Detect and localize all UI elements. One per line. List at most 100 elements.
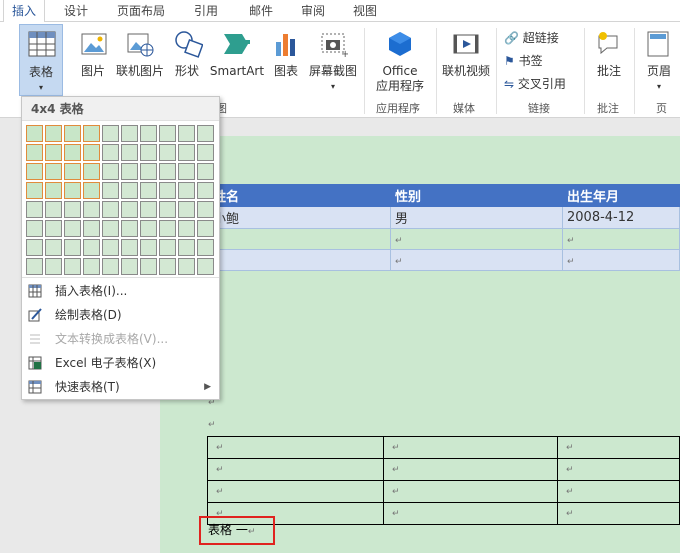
grid-cell[interactable]: [83, 258, 100, 275]
insert-table-menu-item[interactable]: 插入表格(I)...: [22, 279, 219, 303]
student-table[interactable]: 姓名 性别 出生年月 小鲍 男 2008-4-12 ↵ ↵ ↵ ↵ ↵ ↵: [208, 184, 680, 271]
grid-cell[interactable]: [83, 125, 100, 142]
grid-cell[interactable]: [159, 258, 176, 275]
grid-cell[interactable]: [159, 125, 176, 142]
grid-cell[interactable]: [159, 163, 176, 180]
grid-cell[interactable]: [64, 125, 81, 142]
convert-text-to-table-menu-item[interactable]: 文本转换成表格(V)...: [22, 327, 219, 351]
cross-reference-button[interactable]: ⇋ 交叉引用: [504, 75, 566, 93]
tab-references[interactable]: 引用: [185, 0, 227, 22]
picture-button[interactable]: 图片: [76, 24, 110, 96]
grid-cell[interactable]: [197, 144, 214, 161]
grid-cell[interactable]: [102, 144, 119, 161]
grid-cell[interactable]: [102, 239, 119, 256]
comment-button[interactable]: 批注: [590, 24, 628, 96]
grid-cell[interactable]: [102, 163, 119, 180]
office-apps-button[interactable]: Office 应用程序: [368, 24, 432, 96]
table-cell[interactable]: ↵: [390, 228, 563, 250]
table-cell[interactable]: ↵: [383, 436, 558, 459]
excel-spreadsheet-menu-item[interactable]: Excel 电子表格(X): [22, 351, 219, 375]
tab-page-layout[interactable]: 页面布局: [110, 0, 172, 22]
grid-cell[interactable]: [26, 182, 43, 199]
grid-cell[interactable]: [159, 201, 176, 218]
hyperlink-button[interactable]: 🔗 超链接: [504, 29, 559, 47]
table-cell[interactable]: ↵: [557, 480, 680, 503]
shapes-button[interactable]: 形状: [170, 24, 204, 96]
grid-cell[interactable]: [121, 220, 138, 237]
grid-cell[interactable]: [26, 163, 43, 180]
header-button[interactable]: 页眉 ▾: [640, 24, 678, 96]
grid-cell[interactable]: [140, 125, 157, 142]
bookmark-button[interactable]: ⚑ 书签: [504, 52, 543, 70]
screenshot-button[interactable]: + 屏幕截图 ▾: [306, 24, 360, 96]
grid-cell[interactable]: [83, 144, 100, 161]
grid-cell[interactable]: [178, 239, 195, 256]
grid-cell[interactable]: [159, 144, 176, 161]
smartart-button[interactable]: SmartArt: [208, 24, 266, 96]
grid-cell[interactable]: [64, 144, 81, 161]
grid-cell[interactable]: [178, 144, 195, 161]
grid-cell[interactable]: [26, 239, 43, 256]
table-header-cell[interactable]: 姓名: [208, 184, 391, 207]
grid-cell[interactable]: [26, 125, 43, 142]
table-cell[interactable]: ↵: [390, 249, 563, 271]
tab-insert[interactable]: 插入: [3, 0, 45, 23]
table-cell[interactable]: ↵: [383, 480, 558, 503]
grid-cell[interactable]: [45, 144, 62, 161]
grid-cell[interactable]: [121, 201, 138, 218]
table-cell[interactable]: ↵: [383, 458, 558, 481]
grid-cell[interactable]: [140, 239, 157, 256]
grid-cell[interactable]: [178, 220, 195, 237]
grid-cell[interactable]: [197, 220, 214, 237]
grid-cell[interactable]: [45, 201, 62, 218]
grid-cell[interactable]: [83, 163, 100, 180]
grid-cell[interactable]: [159, 182, 176, 199]
draw-table-menu-item[interactable]: 绘制表格(D): [22, 303, 219, 327]
grid-cell[interactable]: [45, 125, 62, 142]
grid-cell[interactable]: [178, 163, 195, 180]
grid-cell[interactable]: [121, 163, 138, 180]
table-cell[interactable]: ↵: [207, 458, 384, 481]
grid-cell[interactable]: [26, 201, 43, 218]
grid-cell[interactable]: [121, 144, 138, 161]
blank-table[interactable]: ↵ ↵ ↵ ↵ ↵ ↵ ↵ ↵ ↵ ↵ ↵ ↵: [207, 436, 680, 525]
grid-cell[interactable]: [121, 125, 138, 142]
table-cell[interactable]: ↵: [207, 436, 384, 459]
grid-cell[interactable]: [121, 239, 138, 256]
table-cell[interactable]: ↵: [207, 480, 384, 503]
tab-mailings[interactable]: 邮件: [240, 0, 282, 22]
grid-cell[interactable]: [178, 258, 195, 275]
table-cell[interactable]: 2008-4-12: [562, 206, 680, 229]
grid-cell[interactable]: [102, 182, 119, 199]
grid-cell[interactable]: [64, 258, 81, 275]
table-cell[interactable]: 男: [390, 206, 563, 229]
grid-cell[interactable]: [178, 201, 195, 218]
online-video-button[interactable]: 联机视频: [440, 24, 492, 96]
table-cell[interactable]: ↵: [557, 502, 680, 525]
grid-cell[interactable]: [140, 144, 157, 161]
quick-tables-menu-item[interactable]: 快速表格(T) ▶: [22, 375, 219, 399]
table-caption[interactable]: 表格 一↵: [199, 516, 275, 545]
grid-cell[interactable]: [83, 220, 100, 237]
grid-cell[interactable]: [178, 125, 195, 142]
grid-cell[interactable]: [64, 182, 81, 199]
grid-cell[interactable]: [64, 163, 81, 180]
table-cell[interactable]: ↵: [208, 228, 391, 250]
table-cell[interactable]: ↵: [557, 436, 680, 459]
grid-cell[interactable]: [140, 258, 157, 275]
grid-cell[interactable]: [45, 163, 62, 180]
grid-cell[interactable]: [178, 182, 195, 199]
grid-cell[interactable]: [83, 182, 100, 199]
grid-cell[interactable]: [121, 258, 138, 275]
chart-button[interactable]: 图表: [270, 24, 302, 96]
table-cell[interactable]: ↵: [383, 502, 558, 525]
grid-cell[interactable]: [159, 239, 176, 256]
grid-cell[interactable]: [197, 239, 214, 256]
grid-cell[interactable]: [102, 125, 119, 142]
grid-cell[interactable]: [159, 220, 176, 237]
tab-design[interactable]: 设计: [55, 0, 97, 22]
grid-cell[interactable]: [197, 201, 214, 218]
grid-cell[interactable]: [140, 182, 157, 199]
table-header-cell[interactable]: 出生年月: [562, 184, 680, 207]
grid-cell[interactable]: [197, 163, 214, 180]
